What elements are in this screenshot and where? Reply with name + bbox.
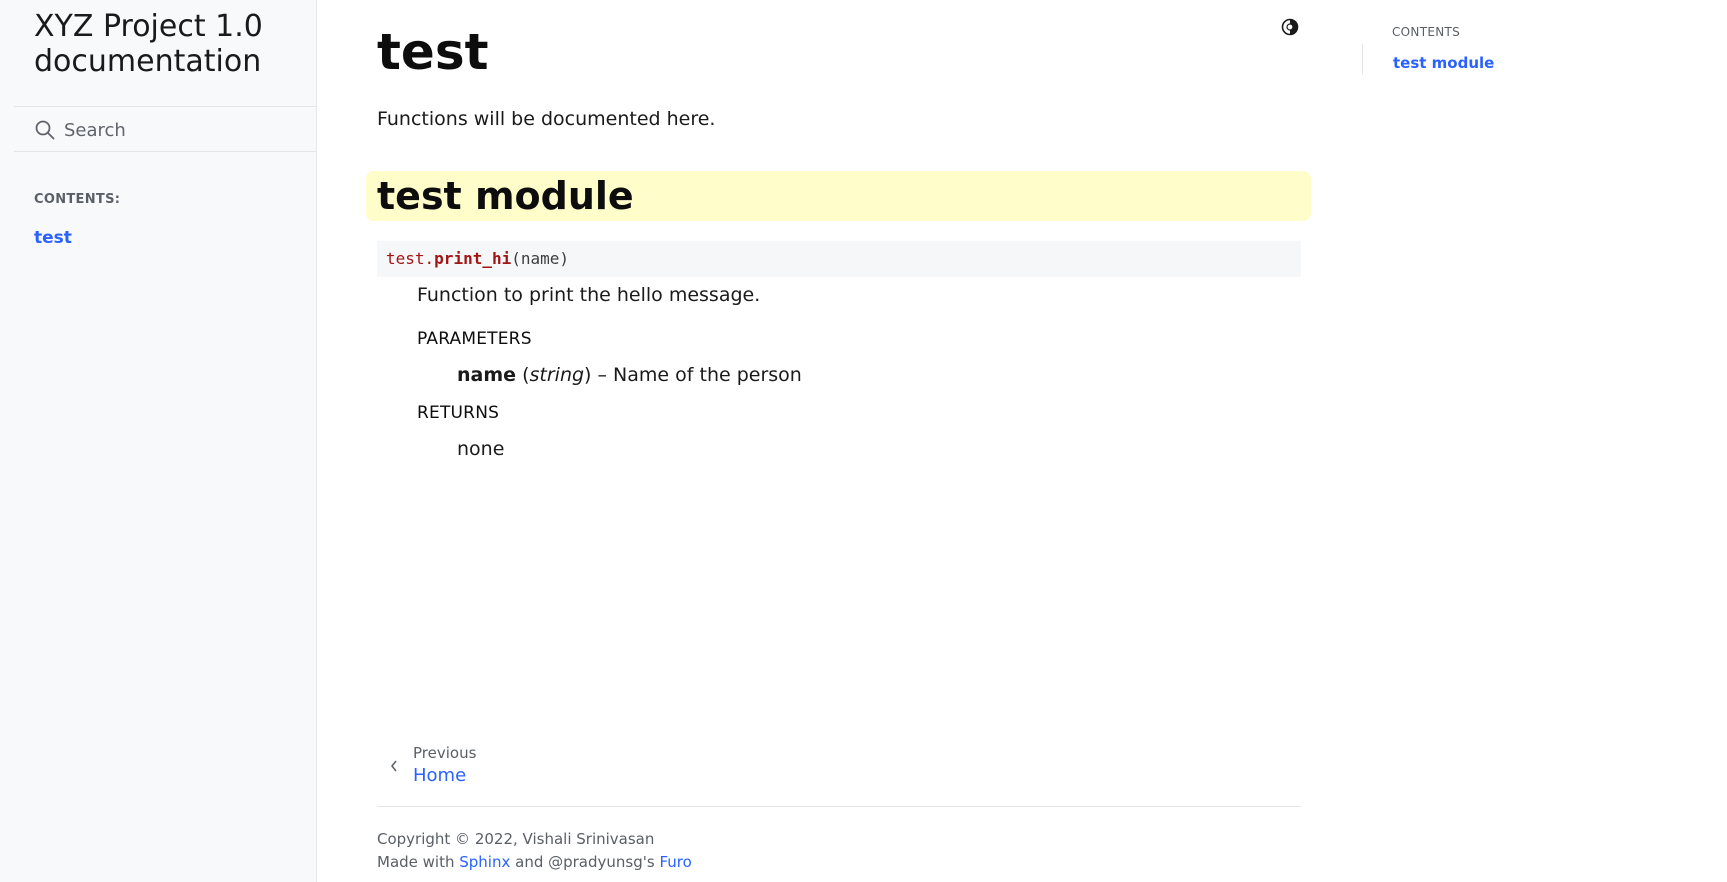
intro-text: Functions will be documented here.: [377, 108, 716, 130]
parameter-item: name (string) – Name of the person: [457, 364, 802, 386]
signature-open-paren: (: [511, 249, 521, 268]
parameters-label: PARAMETERS: [417, 329, 532, 349]
previous-caption: Previous: [413, 744, 477, 762]
parameter-description: – Name of the person: [591, 364, 802, 386]
toc-item-test-module[interactable]: test module: [1393, 54, 1494, 72]
section-heading: test module: [366, 171, 1311, 221]
function-signature: test.print_hi(name): [377, 241, 1301, 277]
returns-label: RETURNS: [417, 403, 500, 423]
search-box[interactable]: [14, 106, 317, 152]
parameter-name: name: [457, 364, 517, 386]
sidebar-item-test[interactable]: test: [34, 228, 72, 248]
parameter-type: string: [529, 364, 585, 386]
furo-link[interactable]: Furo: [659, 853, 691, 871]
footer: Copyright © 2022, Vishali Srinivasan Mad…: [377, 828, 692, 874]
sidebar-caption: CONTENTS:: [34, 192, 121, 207]
toc-caption: CONTENTS: [1392, 25, 1461, 39]
returns-value: none: [457, 438, 505, 460]
signature-name: print_hi: [434, 249, 512, 268]
signature-arg: name: [520, 249, 560, 268]
signature-close-paren: ): [559, 249, 570, 268]
brand-title[interactable]: XYZ Project 1.0 documentation: [34, 9, 304, 79]
chevron-left-icon: [391, 760, 397, 772]
contrast-toggle-icon[interactable]: [1280, 17, 1300, 37]
page: XYZ Project 1.0 documentation CONTENTS: …: [0, 0, 1727, 882]
toc-divider: [1362, 44, 1363, 74]
signature-module: test.: [386, 249, 435, 268]
previous-title[interactable]: Home: [413, 765, 466, 786]
page-title: test: [377, 23, 489, 81]
made-with-line: Made with Sphinx and @pradyunsg's Furo: [377, 851, 692, 874]
previous-page-link[interactable]: Previous Home: [377, 744, 577, 790]
function-description: Function to print the hello message.: [417, 284, 761, 306]
copyright-text: Copyright © 2022, Vishali Srinivasan: [377, 830, 655, 848]
sidebar: XYZ Project 1.0 documentation CONTENTS: …: [0, 0, 317, 882]
and-text: and @pradyunsg's: [510, 853, 660, 871]
search-icon: [35, 120, 55, 140]
made-with-text: Made with: [377, 853, 460, 871]
sphinx-link[interactable]: Sphinx: [459, 853, 510, 871]
footer-divider: [377, 806, 1301, 807]
parameter-type-open: (: [516, 364, 530, 386]
search-input[interactable]: [64, 115, 304, 145]
